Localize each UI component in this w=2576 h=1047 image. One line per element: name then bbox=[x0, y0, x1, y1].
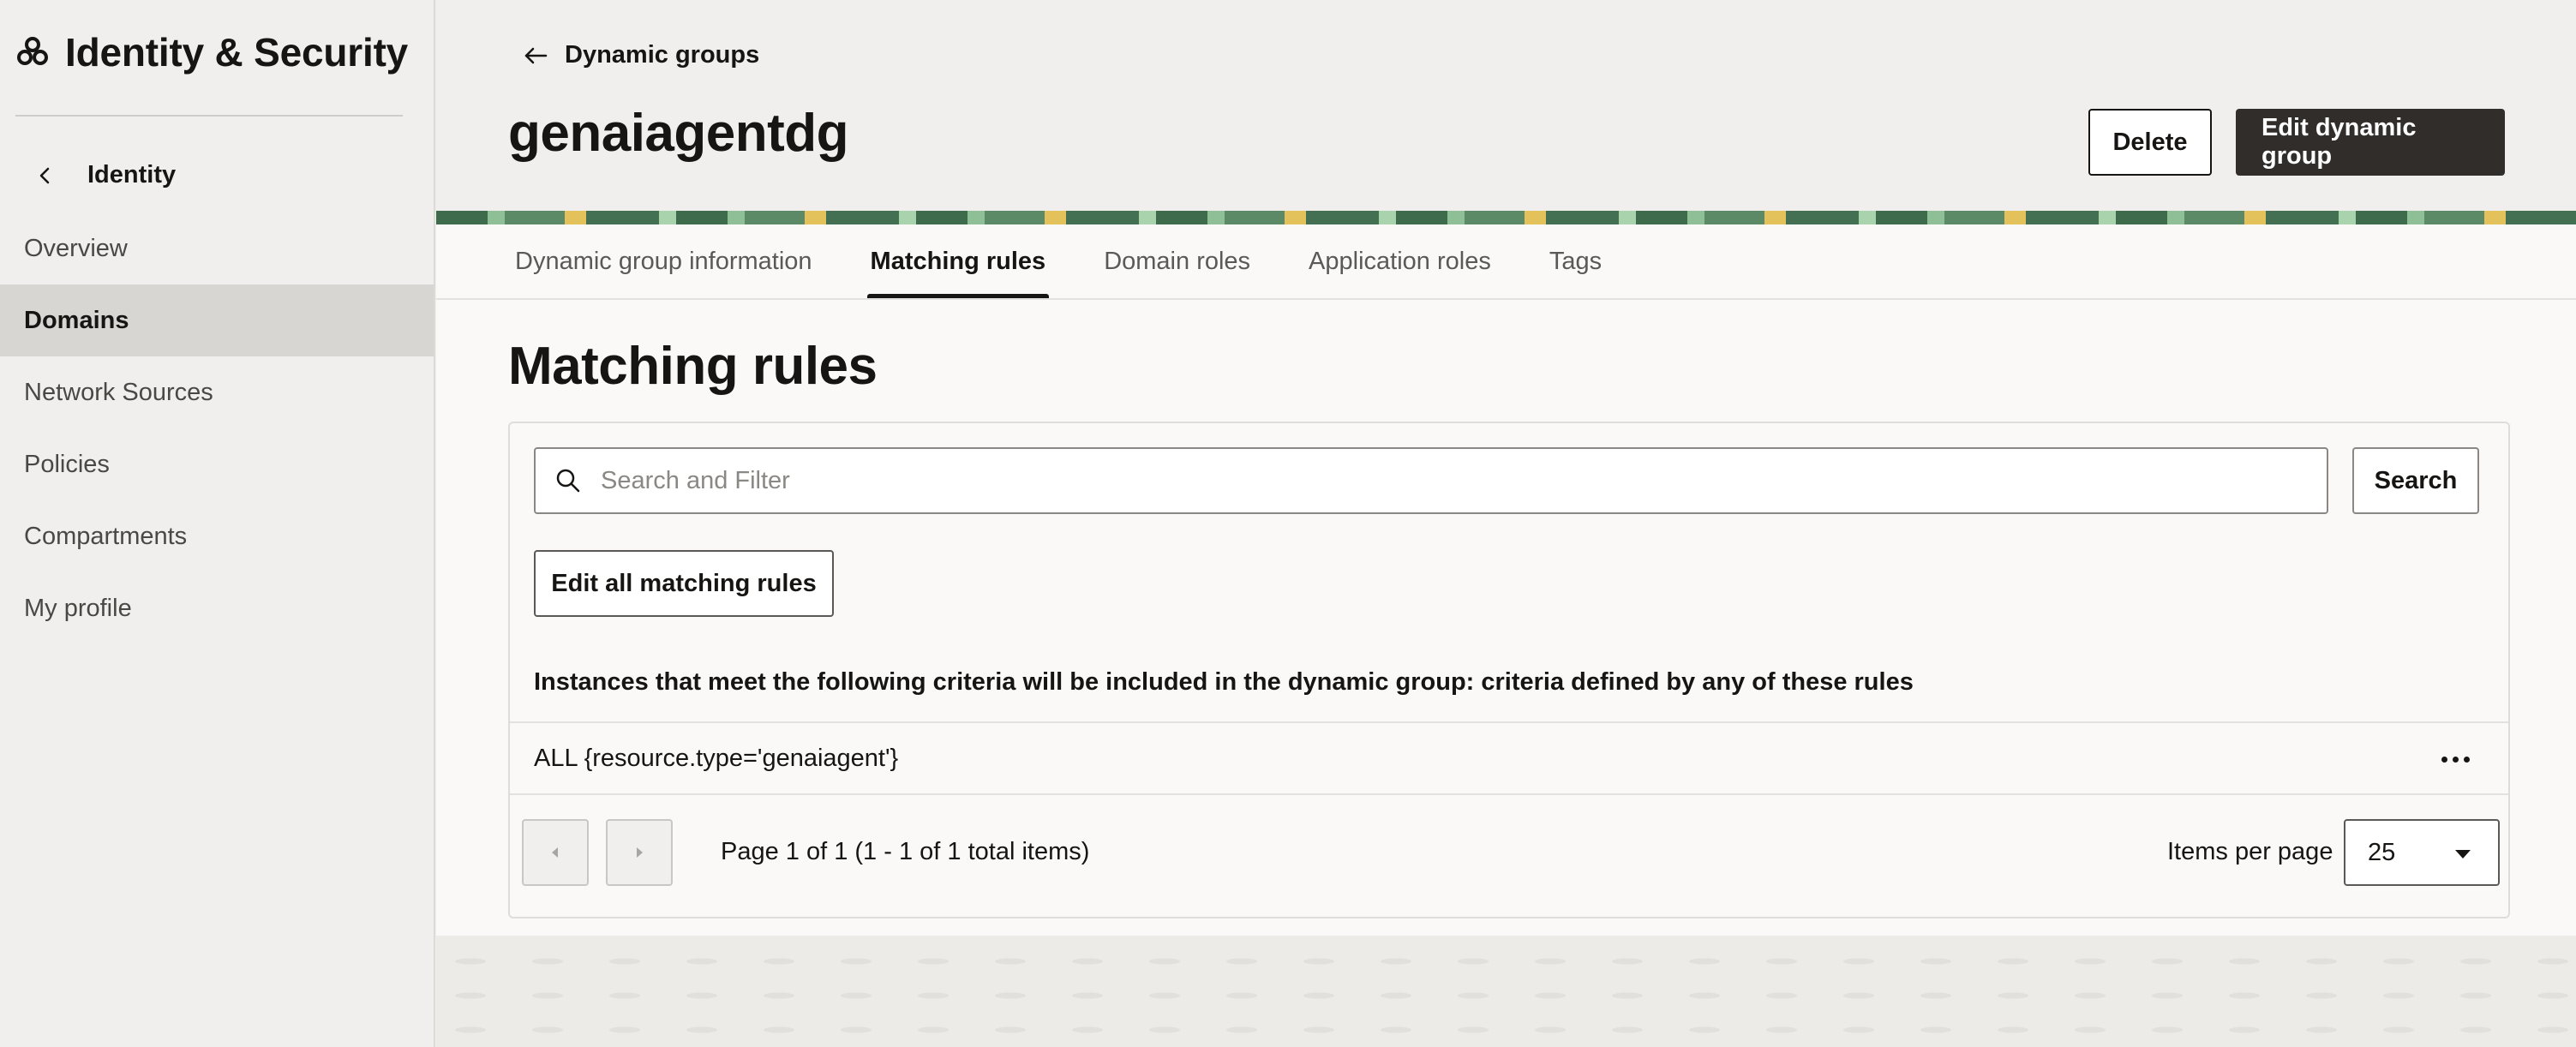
caret-right-icon bbox=[637, 847, 643, 858]
back-to-dynamic-groups-link[interactable]: Dynamic groups bbox=[522, 41, 759, 69]
decorative-footer-texture bbox=[436, 936, 2576, 1047]
page-title: genaiagentdg bbox=[508, 104, 849, 163]
brand-title: Identity & Security bbox=[65, 30, 409, 75]
rule-text: ALL {resource.type='genaiagent'} bbox=[534, 744, 899, 772]
sidebar-item-my-profile[interactable]: My profile bbox=[0, 572, 434, 644]
next-page-button[interactable] bbox=[606, 819, 673, 886]
tab-application-roles[interactable]: Application roles bbox=[1309, 224, 1491, 298]
back-to-identity-link[interactable]: Identity bbox=[33, 161, 176, 189]
items-per-page-select[interactable]: 25 bbox=[2344, 819, 2500, 886]
delete-button[interactable]: Delete bbox=[2088, 109, 2212, 176]
search-button[interactable]: Search bbox=[2352, 447, 2479, 514]
sidebar-item-domains[interactable]: Domains bbox=[0, 284, 434, 356]
caret-left-icon bbox=[552, 847, 558, 858]
sidebar-nav: Overview Domains Network Sources Policie… bbox=[0, 212, 434, 644]
sidebar-item-overview[interactable]: Overview bbox=[0, 212, 434, 284]
back-to-identity-label: Identity bbox=[87, 161, 177, 188]
criteria-description: Instances that meet the following criter… bbox=[534, 668, 1914, 696]
more-actions-icon[interactable] bbox=[2436, 742, 2474, 776]
tab-bar: Dynamic group information Matching rules… bbox=[436, 224, 2576, 300]
arrow-left-icon bbox=[524, 47, 548, 63]
tab-domain-roles[interactable]: Domain roles bbox=[1104, 224, 1250, 298]
oci-logo-icon bbox=[17, 37, 48, 65]
main-area: Dynamic groups genaiagentdg Delete Edit … bbox=[436, 0, 2576, 1047]
page-header: Dynamic groups genaiagentdg Delete Edit … bbox=[436, 0, 2576, 211]
previous-page-button[interactable] bbox=[522, 819, 589, 886]
matching-rules-section: Matching rules Search Edit all matching … bbox=[436, 300, 2576, 936]
edit-dynamic-group-button[interactable]: Edit dynamic group bbox=[2236, 109, 2505, 176]
tab-tags[interactable]: Tags bbox=[1549, 224, 1602, 298]
rule-row: ALL {resource.type='genaiagent'} bbox=[510, 721, 2508, 795]
decorative-banner-strip bbox=[436, 211, 2576, 224]
search-input[interactable] bbox=[601, 466, 2297, 495]
back-to-dynamic-groups-label: Dynamic groups bbox=[565, 41, 760, 69]
section-title: Matching rules bbox=[508, 337, 878, 396]
sidebar-divider bbox=[15, 115, 403, 117]
search-field[interactable] bbox=[534, 447, 2328, 514]
chevron-left-icon bbox=[39, 167, 50, 183]
pagination: Page 1 of 1 (1 - 1 of 1 total items) Ite… bbox=[510, 795, 2508, 898]
items-per-page-value: 25 bbox=[2368, 838, 2396, 866]
sidebar: Identity & Security Identity Overview Do… bbox=[0, 0, 435, 1047]
tab-matching-rules[interactable]: Matching rules bbox=[866, 224, 1049, 298]
sidebar-item-policies[interactable]: Policies bbox=[0, 428, 434, 500]
sidebar-item-network-sources[interactable]: Network Sources bbox=[0, 356, 434, 428]
rules-panel: Search Edit all matching rules Instances… bbox=[508, 422, 2510, 918]
search-icon bbox=[556, 469, 580, 493]
caret-down-icon bbox=[2455, 850, 2471, 859]
edit-all-matching-rules-button[interactable]: Edit all matching rules bbox=[534, 550, 834, 617]
tab-dynamic-group-information[interactable]: Dynamic group information bbox=[515, 224, 812, 298]
page-status-text: Page 1 of 1 (1 - 1 of 1 total items) bbox=[721, 838, 1090, 865]
items-per-page-label: Items per page bbox=[2167, 838, 2333, 865]
sidebar-item-compartments[interactable]: Compartments bbox=[0, 500, 434, 572]
brand: Identity & Security bbox=[15, 29, 408, 75]
